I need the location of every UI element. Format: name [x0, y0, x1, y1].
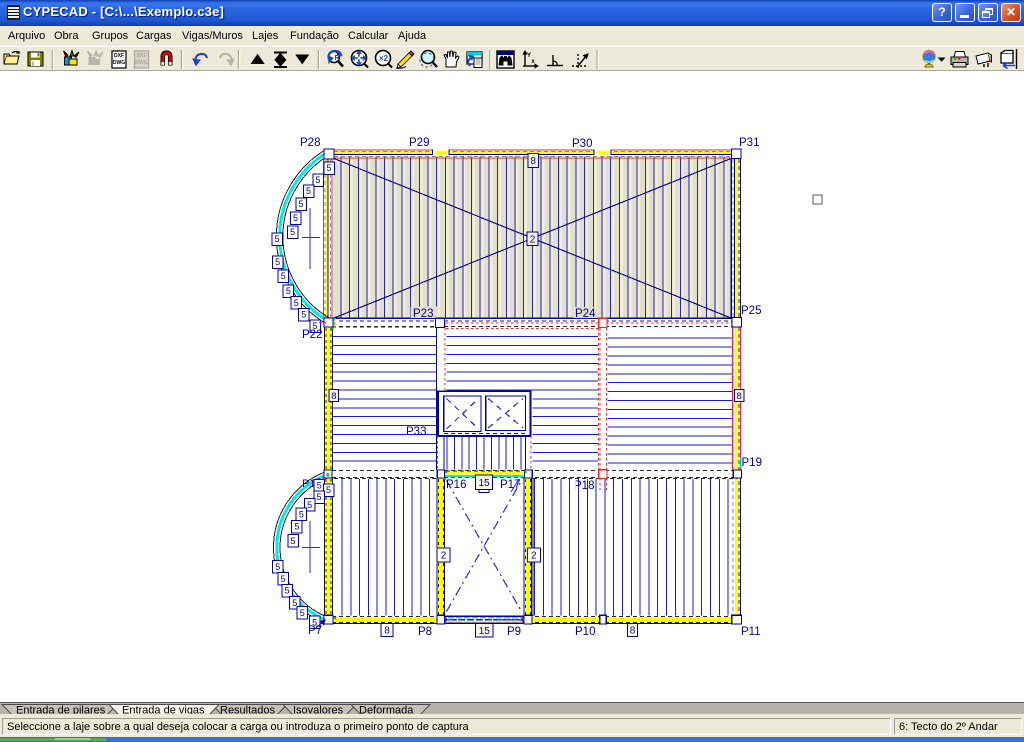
svg-text:5: 5 — [281, 271, 286, 281]
svg-text:8: 8 — [384, 625, 390, 636]
svg-text:DXF: DXF — [137, 53, 147, 59]
svg-text:2: 2 — [530, 234, 536, 245]
svg-text:5: 5 — [307, 500, 312, 510]
svg-text:5: 5 — [274, 234, 279, 244]
svg-text:P19: P19 — [742, 457, 762, 469]
svg-text:DWG: DWG — [135, 60, 147, 66]
svg-text:5: 5 — [290, 227, 295, 237]
svg-text:5: 5 — [280, 574, 285, 584]
svg-text:P28: P28 — [300, 137, 320, 149]
svg-text:P30: P30 — [572, 138, 592, 150]
svg-text:P16: P16 — [446, 479, 466, 491]
svg-text:15: 15 — [478, 478, 490, 489]
svg-text:15: 15 — [479, 626, 491, 637]
svg-text:R: R — [334, 55, 339, 62]
svg-text:8: 8 — [737, 391, 742, 402]
svg-text:2: 2 — [441, 551, 447, 562]
svg-text:P24: P24 — [575, 308, 596, 320]
svg-text:8: 8 — [530, 156, 536, 167]
svg-text:5: 5 — [284, 586, 289, 596]
svg-text:2: 2 — [531, 551, 537, 562]
svg-text:P10: P10 — [575, 626, 595, 638]
svg-text:P33: P33 — [406, 426, 426, 438]
svg-text:5: 5 — [293, 213, 298, 223]
svg-text:5: 5 — [294, 298, 299, 308]
svg-text:DWG: DWG — [113, 60, 125, 66]
svg-text:5: 5 — [306, 186, 311, 196]
svg-text:P11: P11 — [741, 626, 761, 638]
svg-text:P7: P7 — [308, 625, 322, 637]
svg-text:5: 5 — [326, 163, 331, 173]
svg-text:5: 5 — [298, 199, 303, 209]
svg-text:5: 5 — [290, 536, 295, 546]
svg-text:P23: P23 — [413, 308, 433, 320]
svg-text:P31: P31 — [739, 137, 759, 149]
svg-text:P18: P18 — [574, 480, 594, 492]
svg-text:P22: P22 — [302, 329, 322, 341]
svg-text:5: 5 — [275, 562, 280, 572]
svg-text:5: 5 — [286, 286, 291, 296]
svg-text:DXF: DXF — [114, 53, 124, 59]
svg-text:×2: ×2 — [379, 54, 389, 63]
svg-text:P9: P9 — [507, 626, 521, 638]
svg-text:5: 5 — [326, 485, 331, 495]
svg-text:8: 8 — [331, 391, 336, 402]
svg-text:P29: P29 — [409, 137, 429, 149]
svg-text:5: 5 — [315, 175, 320, 185]
svg-text:5: 5 — [301, 310, 306, 320]
svg-text:5: 5 — [316, 492, 321, 502]
svg-text:P8: P8 — [418, 626, 432, 638]
svg-text:5: 5 — [275, 257, 280, 267]
svg-text:P25: P25 — [741, 305, 761, 317]
svg-text:8: 8 — [630, 625, 636, 636]
svg-text:5: 5 — [294, 522, 299, 532]
svg-text:5: 5 — [317, 481, 322, 491]
svg-text:5: 5 — [300, 608, 305, 618]
svg-text:5: 5 — [299, 510, 304, 520]
